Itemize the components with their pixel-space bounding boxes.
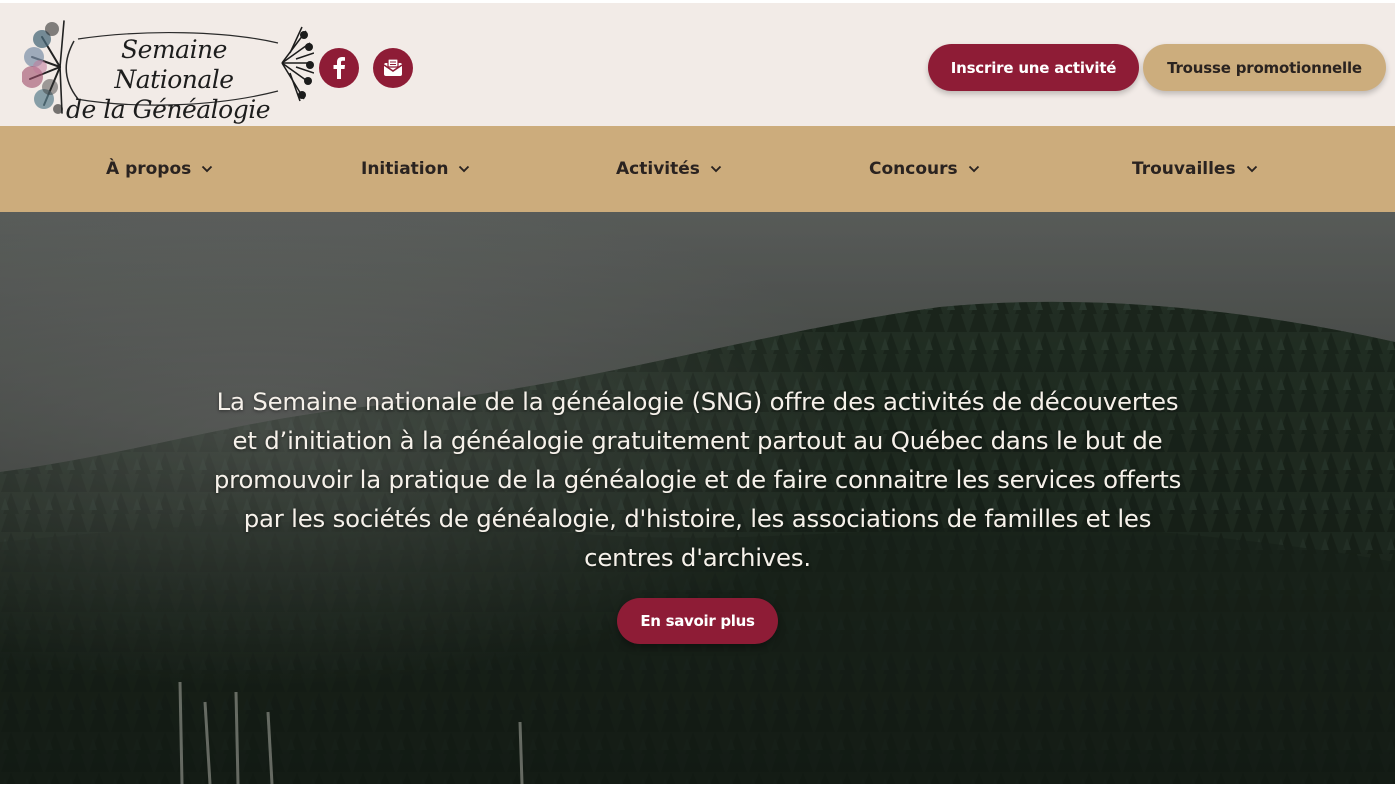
hero-text-line: et d’initiation à la généalogie gratuite…: [232, 426, 1163, 455]
promo-kit-button[interactable]: Trousse promotionnelle: [1143, 44, 1386, 91]
facebook-icon: [333, 57, 345, 79]
nav-item-label: Initiation: [361, 159, 449, 179]
nav-item-trouvailles[interactable]: Trouvailles: [1132, 126, 1258, 212]
site-logo[interactable]: Semaine Nationale de la Généalogie: [22, 17, 314, 124]
nav-item-a-propos[interactable]: À propos: [106, 126, 213, 212]
nav-item-initiation[interactable]: Initiation: [361, 126, 470, 212]
mail-icon: [383, 58, 403, 76]
hero-description: La Semaine nationale de la généalogie (S…: [150, 382, 1245, 577]
main-nav: À propos Initiation Activités Concours T…: [0, 126, 1395, 212]
nav-item-label: Concours: [869, 159, 958, 179]
hero-banner: La Semaine nationale de la généalogie (S…: [0, 212, 1395, 784]
chevron-down-icon: [459, 165, 470, 173]
learn-more-button[interactable]: En savoir plus: [617, 598, 778, 644]
chevron-down-icon: [710, 165, 722, 173]
chevron-down-icon: [1246, 165, 1257, 173]
nav-item-concours[interactable]: Concours: [869, 126, 980, 212]
hero-text-line: centres d'archives.: [584, 543, 811, 572]
logo-line-1: Semaine Nationale: [114, 35, 234, 94]
hero-text-line: La Semaine nationale de la généalogie (S…: [216, 387, 1179, 416]
nav-item-label: À propos: [106, 159, 192, 179]
register-activity-button[interactable]: Inscrire une activité: [928, 44, 1139, 91]
chevron-down-icon: [202, 165, 213, 173]
nav-item-activites[interactable]: Activités: [616, 126, 722, 212]
nav-item-label: Trouvailles: [1132, 159, 1236, 179]
hero-text-line: par les sociétés de généalogie, d'histoi…: [243, 504, 1152, 533]
tree-branches-icon: [281, 26, 314, 102]
site-header: Semaine Nationale de la Généalogie Inscr…: [0, 3, 1395, 126]
chevron-down-icon: [968, 165, 979, 173]
logo-wordmark: Semaine Nationale de la Généalogie: [66, 35, 274, 125]
logo-line-2: de la Généalogie: [66, 95, 271, 124]
nav-item-label: Activités: [616, 159, 700, 179]
hero-text-line: promouvoir la pratique de la généalogie …: [213, 465, 1182, 494]
newsletter-link[interactable]: [373, 48, 413, 88]
facebook-link[interactable]: [319, 48, 359, 88]
